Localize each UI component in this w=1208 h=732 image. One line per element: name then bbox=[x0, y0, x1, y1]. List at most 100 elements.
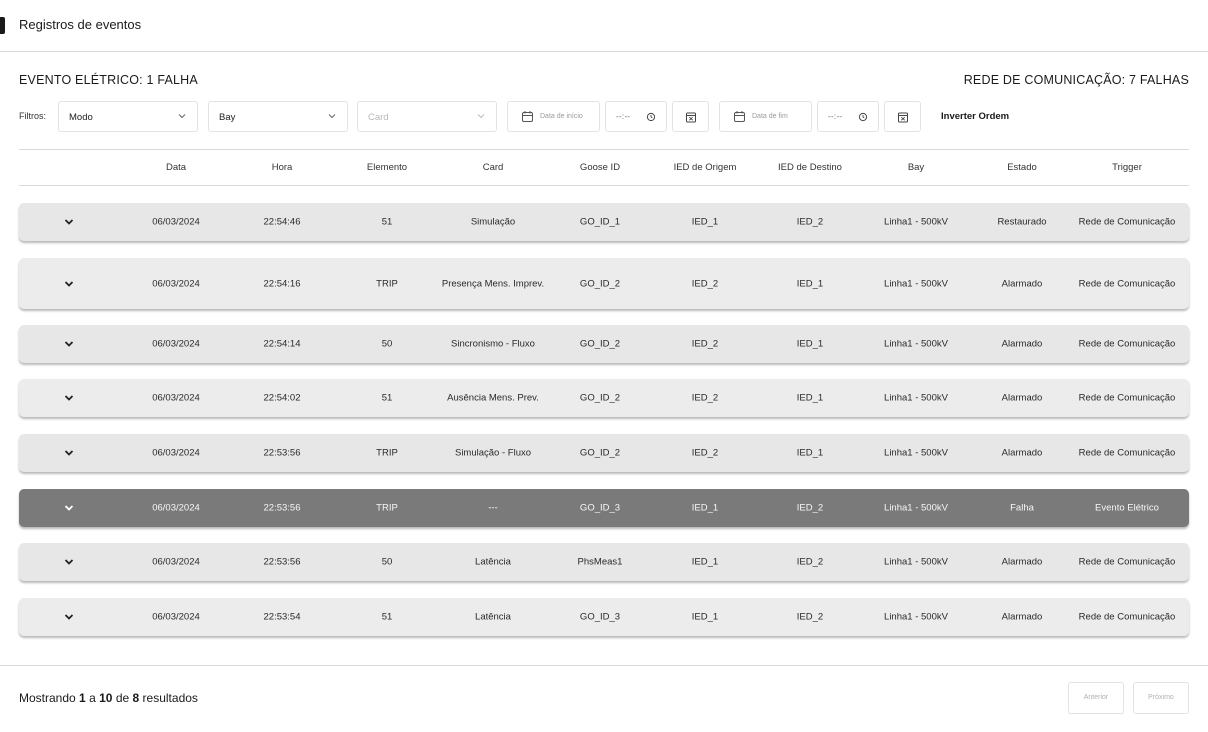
cell-date: 06/03/2024 bbox=[152, 338, 200, 350]
cell-destination-ied: IED_2 bbox=[796, 556, 824, 568]
cell-time: 22:54:14 bbox=[263, 338, 301, 350]
table-row[interactable]: 06/03/2024 22:53:56 50 Latência PhsMeas1 IED_… bbox=[19, 543, 1189, 581]
end-time-input[interactable]: --:-- bbox=[817, 101, 879, 132]
results-sep-a: a bbox=[89, 691, 96, 705]
modo-select-value: Modo bbox=[69, 112, 93, 123]
cell-status: Restaurado bbox=[997, 216, 1047, 228]
cell-goose-id: GO_ID_3 bbox=[579, 611, 621, 623]
cell-origin-ied: IED_2 bbox=[691, 392, 719, 404]
cell-date: 06/03/2024 bbox=[152, 447, 200, 459]
cell-trigger: Evento Elétrico bbox=[1095, 502, 1159, 514]
column-header-status: Estado bbox=[1007, 162, 1037, 173]
cell-trigger: Rede de Comunicação bbox=[1078, 278, 1176, 289]
chevron-down-icon[interactable] bbox=[64, 280, 74, 288]
chevron-down-icon[interactable] bbox=[64, 218, 74, 226]
cell-bay: Linha1 - 500kV bbox=[884, 216, 948, 228]
chevron-down-icon[interactable] bbox=[64, 340, 74, 348]
chevron-down-icon[interactable] bbox=[64, 504, 74, 512]
cell-date: 06/03/2024 bbox=[152, 216, 200, 228]
cell-destination-ied: IED_2 bbox=[796, 216, 824, 228]
cell-date: 06/03/2024 bbox=[152, 611, 200, 623]
cell-goose-id: GO_ID_2 bbox=[579, 447, 621, 459]
cell-bay: Linha1 - 500kV bbox=[884, 278, 948, 289]
pagination-footer: Mostrando 1 a 10 de 8 resultados Anterio… bbox=[0, 665, 1208, 732]
results-to: 10 bbox=[99, 691, 113, 705]
cell-element: 50 bbox=[381, 338, 393, 350]
cell-card: Ausência Mens. Prev. bbox=[447, 392, 539, 404]
cell-goose-id: GO_ID_2 bbox=[579, 278, 621, 289]
clock-icon bbox=[858, 112, 868, 122]
cell-element: TRIP bbox=[376, 447, 398, 459]
cell-date: 06/03/2024 bbox=[152, 502, 200, 514]
next-page-button[interactable]: Próximo bbox=[1133, 682, 1189, 714]
calendar-icon bbox=[522, 111, 533, 122]
previous-page-button[interactable]: Anterior bbox=[1068, 682, 1124, 714]
results-suffix: resultados bbox=[142, 691, 198, 705]
page-title: Registros de eventos bbox=[19, 17, 142, 32]
cell-time: 22:54:16 bbox=[263, 278, 301, 289]
cell-bay: Linha1 - 500kV bbox=[884, 447, 948, 459]
cell-card: Sincronismo - Fluxo bbox=[451, 338, 535, 350]
filters-label: Filtros: bbox=[19, 111, 46, 121]
cell-goose-id: GO_ID_2 bbox=[579, 338, 621, 350]
table-row[interactable]: 06/03/2024 22:54:14 50 Sincronismo - Fluxo G… bbox=[19, 325, 1189, 363]
communication-network-summary: REDE DE COMUNICAÇÃO: 7 FALHAS bbox=[963, 73, 1189, 87]
cell-goose-id: GO_ID_2 bbox=[579, 392, 621, 404]
chevron-down-icon bbox=[477, 114, 485, 119]
filters-bar: Filtros: Modo Bay Card Data de início --… bbox=[19, 101, 1189, 132]
cell-goose-id: GO_ID_3 bbox=[579, 502, 621, 514]
cell-card: Presença Mens. Imprev. bbox=[441, 278, 545, 289]
invert-order-button[interactable]: Inverter Ordem bbox=[941, 111, 1009, 122]
table-row[interactable]: 06/03/2024 22:54:16 TRIP Presença Mens. Imp… bbox=[19, 258, 1189, 309]
cell-bay: Linha1 - 500kV bbox=[884, 392, 948, 404]
start-date-input[interactable]: Data de início bbox=[507, 101, 600, 132]
chevron-down-icon[interactable] bbox=[64, 558, 74, 566]
cell-bay: Linha1 - 500kV bbox=[884, 502, 948, 514]
cell-bay: Linha1 - 500kV bbox=[884, 611, 948, 623]
card-select-value: Card bbox=[368, 112, 389, 123]
chevron-down-icon[interactable] bbox=[64, 394, 74, 402]
cell-card: Latência bbox=[475, 556, 511, 568]
cell-destination-ied: IED_1 bbox=[796, 338, 824, 350]
cell-trigger: Rede de Comunicação bbox=[1078, 611, 1176, 623]
cell-trigger: Rede de Comunicação bbox=[1078, 338, 1176, 350]
column-header-goose-id: Goose ID bbox=[579, 162, 621, 173]
results-total: 8 bbox=[132, 691, 140, 705]
electrical-event-summary: EVENTO ELÉTRICO: 1 FALHA bbox=[19, 73, 198, 87]
column-header-time: Hora bbox=[271, 162, 293, 173]
cell-bay: Linha1 - 500kV bbox=[884, 556, 948, 568]
cell-goose-id: PhsMeas1 bbox=[577, 556, 623, 568]
cell-element: TRIP bbox=[376, 278, 398, 289]
end-date-placeholder: Data de fim bbox=[752, 113, 788, 120]
cell-status: Alarmado bbox=[1001, 338, 1043, 350]
table-row[interactable]: 06/03/2024 22:53:54 51 Latência GO_ID_3 IED_1… bbox=[19, 598, 1189, 636]
clear-end-date-button[interactable] bbox=[884, 101, 921, 132]
bay-select[interactable]: Bay bbox=[208, 101, 348, 132]
modo-select[interactable]: Modo bbox=[58, 101, 198, 132]
table-row[interactable]: 06/03/2024 22:53:56 TRIP --- GO_ID_3 IED_1 IED… bbox=[19, 489, 1189, 527]
cell-status: Falha bbox=[1010, 502, 1034, 514]
chevron-down-icon[interactable] bbox=[64, 449, 74, 457]
cell-time: 22:54:46 bbox=[263, 216, 301, 228]
end-date-input[interactable]: Data de fim bbox=[719, 101, 812, 132]
cell-card: --- bbox=[488, 502, 498, 514]
cell-time: 22:53:56 bbox=[263, 502, 301, 514]
results-prefix: Mostrando bbox=[19, 691, 76, 705]
cell-status: Alarmado bbox=[1001, 447, 1043, 459]
clock-icon bbox=[646, 112, 656, 122]
cell-destination-ied: IED_1 bbox=[796, 278, 824, 289]
cell-destination-ied: IED_2 bbox=[796, 611, 824, 623]
start-time-value: --:-- bbox=[616, 112, 631, 121]
cell-element: 51 bbox=[381, 611, 393, 623]
table-row[interactable]: 06/03/2024 22:54:02 51 Ausência Mens. Prev.… bbox=[19, 379, 1189, 417]
cell-element: 51 bbox=[381, 392, 393, 404]
clear-start-date-button[interactable] bbox=[672, 101, 709, 132]
results-from: 1 bbox=[79, 691, 86, 705]
table-row[interactable]: 06/03/2024 22:54:46 51 Simulação GO_ID_1 IED_… bbox=[19, 203, 1189, 241]
chevron-down-icon[interactable] bbox=[64, 613, 74, 621]
cell-date: 06/03/2024 bbox=[152, 556, 200, 568]
start-time-input[interactable]: --:-- bbox=[605, 101, 667, 132]
card-select[interactable]: Card bbox=[357, 101, 497, 132]
table-header: Data Hora Elemento Card Goose ID IED de Orige… bbox=[19, 149, 1189, 186]
table-row[interactable]: 06/03/2024 22:53:56 TRIP Simulação - Fluxo G… bbox=[19, 434, 1189, 472]
